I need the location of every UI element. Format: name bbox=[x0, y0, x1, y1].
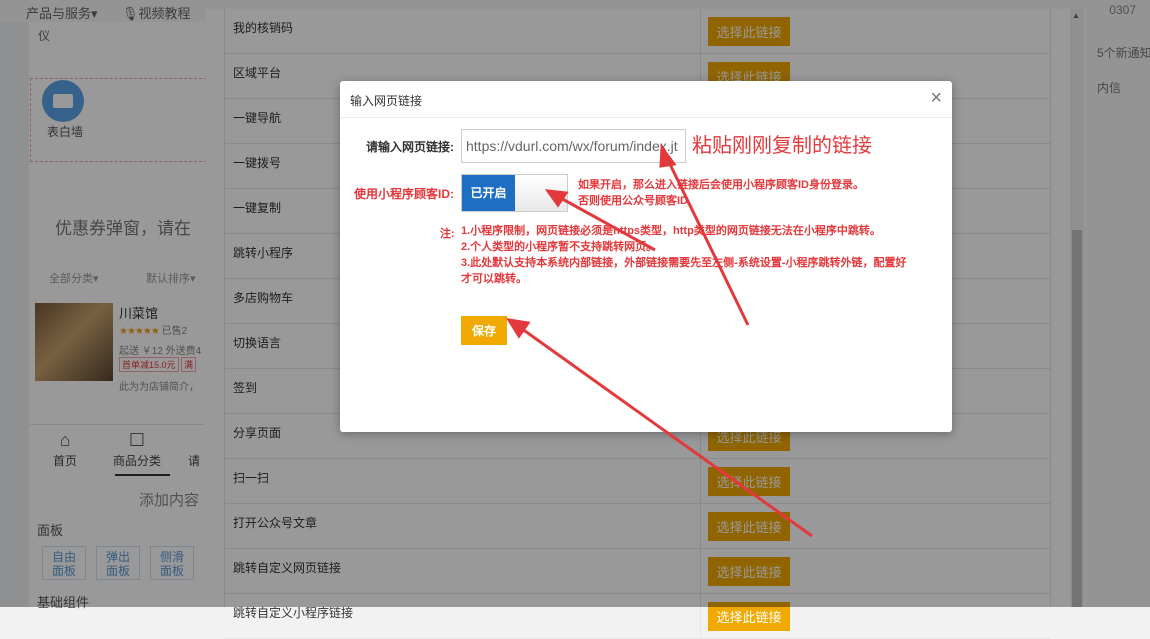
mini-program-id-toggle[interactable]: 已开启 bbox=[461, 174, 568, 212]
desc-line: 如果开启，那么进入链接后会使用小程序顾客ID身份登录。 bbox=[578, 179, 864, 191]
url-label: 请输入网页链接: bbox=[366, 140, 454, 154]
save-button[interactable]: 保存 bbox=[461, 316, 507, 345]
dialog-title: 输入网页链接 bbox=[350, 94, 423, 108]
link-input-dialog: 输入网页链接 × 请输入网页链接: 粘贴刚刚复制的链接 使用小程序顾客ID: 已… bbox=[340, 81, 952, 432]
desc-line: 否则使用公众号顾客ID bbox=[578, 195, 688, 207]
toggle-knob bbox=[515, 175, 567, 211]
paste-hint-annotation: 粘贴刚刚复制的链接 bbox=[692, 135, 872, 157]
note-item: 1.小程序限制，网页链接必须是https类型，http类型的网页链接无法在小程序… bbox=[461, 225, 881, 237]
url-input[interactable] bbox=[461, 129, 686, 163]
dialog-header: 输入网页链接 × bbox=[340, 81, 952, 118]
note-item: 2.个人类型的小程序暂不支持跳转网页。 bbox=[461, 241, 658, 253]
close-icon[interactable]: × bbox=[930, 87, 942, 109]
note-item: 3.此处默认支持本系统内部链接，外部链接需要先至左侧-系统设置-小程序跳转外链，… bbox=[461, 257, 907, 285]
toggle-on-state: 已开启 bbox=[462, 175, 515, 211]
mini-program-id-description: 如果开启，那么进入链接后会使用小程序顾客ID身份登录。 否则使用公众号顾客ID bbox=[578, 177, 864, 209]
mini-program-id-label: 使用小程序顾客ID: bbox=[354, 187, 454, 201]
notes-list: 1.小程序限制，网页链接必须是https类型，http类型的网页链接无法在小程序… bbox=[461, 223, 911, 287]
note-label: 注: bbox=[440, 228, 455, 240]
